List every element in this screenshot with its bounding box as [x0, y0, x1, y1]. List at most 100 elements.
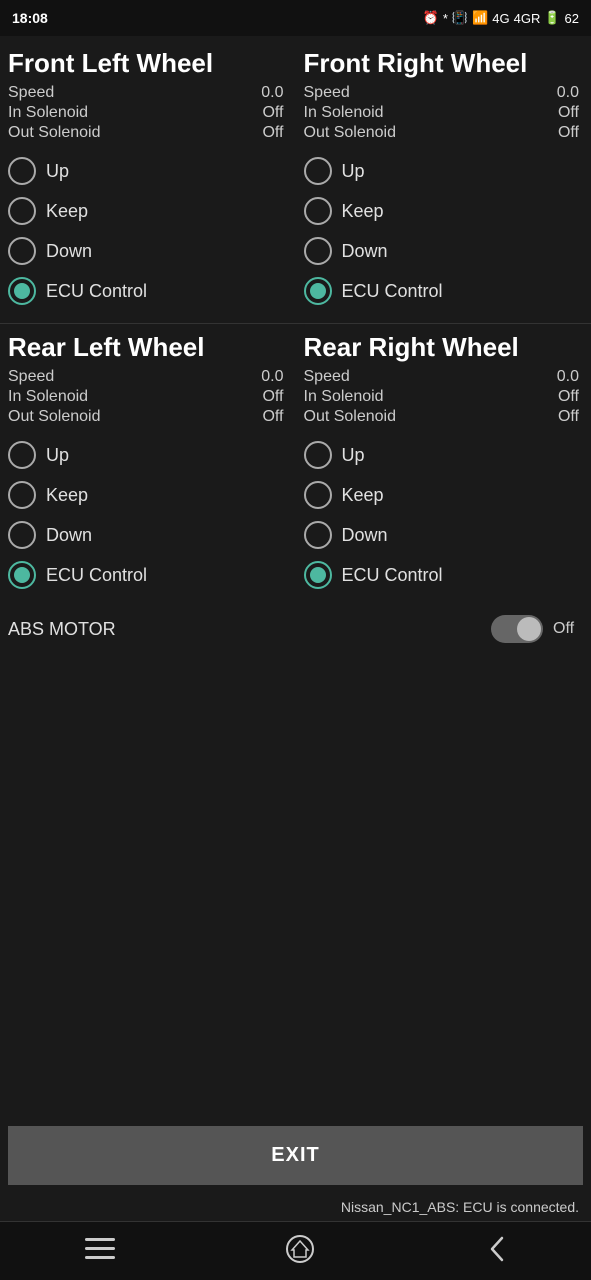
- front-left-radio-group: Up Keep Down ECU Control: [8, 151, 288, 311]
- rear-left-speed-value: 0.0: [261, 368, 287, 386]
- front-right-outsolenoid-value: Off: [558, 124, 583, 142]
- front-left-speed-row: Speed 0.0: [8, 83, 288, 103]
- front-right-title: Front Right Wheel: [304, 48, 584, 79]
- rear-left-insolenoid-row: In Solenoid Off: [8, 387, 288, 407]
- signal2-icon: 4GR: [514, 11, 541, 26]
- rear-right-radio-ecu[interactable]: ECU Control: [304, 555, 584, 595]
- rear-left-radio-ecu-label: ECU Control: [46, 565, 147, 586]
- front-right-radio-ecu-label: ECU Control: [342, 281, 443, 302]
- rear-left-radio-ecu-circle: [8, 561, 36, 589]
- front-right-radio-keep-label: Keep: [342, 201, 384, 222]
- rear-left-outsolenoid-value: Off: [262, 408, 287, 426]
- front-left-radio-keep-label: Keep: [46, 201, 88, 222]
- rear-left-speed-row: Speed 0.0: [8, 367, 288, 387]
- front-left-outsolenoid-value: Off: [262, 124, 287, 142]
- rear-left-wheel-section: Rear Left Wheel Speed 0.0 In Solenoid Of…: [0, 328, 296, 603]
- rear-left-radio-up-circle: [8, 441, 36, 469]
- front-left-radio-down[interactable]: Down: [8, 231, 288, 271]
- front-left-outsolenoid-row: Out Solenoid Off: [8, 123, 288, 143]
- alarm-icon: ⏰: [423, 10, 439, 26]
- rear-right-insolenoid-label: In Solenoid: [304, 388, 384, 406]
- rear-right-wheel-section: Rear Right Wheel Speed 0.0 In Solenoid O…: [296, 328, 591, 603]
- front-wheels-grid: Front Left Wheel Speed 0.0 In Solenoid O…: [0, 44, 591, 319]
- rear-left-radio-keep-circle: [8, 481, 36, 509]
- rear-right-outsolenoid-value: Off: [558, 408, 583, 426]
- front-left-title: Front Left Wheel: [8, 48, 288, 79]
- rear-right-radio-up-circle: [304, 441, 332, 469]
- front-left-radio-down-label: Down: [46, 241, 92, 262]
- status-icons: ⏰ * 📳 📶 4G 4GR 🔋 62: [423, 10, 579, 26]
- signal-icon: 4G: [492, 11, 509, 26]
- rear-right-radio-up[interactable]: Up: [304, 435, 584, 475]
- abs-motor-toggle-container: Off: [491, 615, 583, 643]
- front-right-insolenoid-value: Off: [558, 104, 583, 122]
- front-right-radio-group: Up Keep Down ECU Control: [304, 151, 584, 311]
- abs-motor-toggle[interactable]: [491, 615, 543, 643]
- rear-left-radio-down-circle: [8, 521, 36, 549]
- main-content: Front Left Wheel Speed 0.0 In Solenoid O…: [0, 36, 591, 955]
- front-left-radio-up[interactable]: Up: [8, 151, 288, 191]
- content-area: Front Left Wheel Speed 0.0 In Solenoid O…: [0, 36, 591, 1118]
- rear-left-radio-keep-label: Keep: [46, 485, 88, 506]
- rear-right-insolenoid-value: Off: [558, 388, 583, 406]
- front-right-speed-label: Speed: [304, 84, 350, 102]
- toggle-knob: [517, 617, 541, 641]
- front-left-radio-keep[interactable]: Keep: [8, 191, 288, 231]
- rear-left-radio-group: Up Keep Down ECU Control: [8, 435, 288, 595]
- front-right-radio-up-label: Up: [342, 161, 365, 182]
- front-left-radio-ecu-label: ECU Control: [46, 281, 147, 302]
- front-right-radio-keep-circle: [304, 197, 332, 225]
- front-right-insolenoid-label: In Solenoid: [304, 104, 384, 122]
- rear-left-radio-down[interactable]: Down: [8, 515, 288, 555]
- rear-right-radio-keep[interactable]: Keep: [304, 475, 584, 515]
- rear-right-radio-down-circle: [304, 521, 332, 549]
- rear-right-radio-keep-label: Keep: [342, 485, 384, 506]
- front-left-radio-ecu[interactable]: ECU Control: [8, 271, 288, 311]
- abs-motor-status: Off: [553, 620, 583, 638]
- rear-left-radio-ecu[interactable]: ECU Control: [8, 555, 288, 595]
- rear-right-radio-group: Up Keep Down ECU Control: [304, 435, 584, 595]
- front-left-speed-label: Speed: [8, 84, 54, 102]
- front-right-radio-ecu-circle: [304, 277, 332, 305]
- rear-left-insolenoid-label: In Solenoid: [8, 388, 88, 406]
- front-left-radio-up-label: Up: [46, 161, 69, 182]
- rear-left-outsolenoid-row: Out Solenoid Off: [8, 407, 288, 427]
- vibrate-icon: 📳: [452, 10, 468, 26]
- front-right-radio-down[interactable]: Down: [304, 231, 584, 271]
- connection-status: Nissan_NC1_ABS: ECU is connected.: [0, 1193, 591, 1221]
- rear-left-speed-label: Speed: [8, 368, 54, 386]
- front-left-insolenoid-row: In Solenoid Off: [8, 103, 288, 123]
- bluetooth-icon: *: [443, 11, 448, 26]
- rear-right-outsolenoid-row: Out Solenoid Off: [304, 407, 584, 427]
- rear-right-radio-down-label: Down: [342, 525, 388, 546]
- rear-right-speed-value: 0.0: [557, 368, 583, 386]
- rear-left-outsolenoid-label: Out Solenoid: [8, 408, 101, 426]
- front-right-radio-ecu[interactable]: ECU Control: [304, 271, 584, 311]
- status-bar: 18:08 ⏰ * 📳 📶 4G 4GR 🔋 62: [0, 0, 591, 36]
- nav-bar: [0, 1221, 591, 1280]
- exit-button[interactable]: EXIT: [8, 1126, 583, 1185]
- front-right-radio-down-label: Down: [342, 241, 388, 262]
- rear-right-radio-down[interactable]: Down: [304, 515, 584, 555]
- rear-wheels-grid: Rear Left Wheel Speed 0.0 In Solenoid Of…: [0, 328, 591, 603]
- front-left-radio-keep-circle: [8, 197, 36, 225]
- front-right-speed-row: Speed 0.0: [304, 83, 584, 103]
- rear-left-radio-up[interactable]: Up: [8, 435, 288, 475]
- rear-right-title: Rear Right Wheel: [304, 332, 584, 363]
- nav-home-button[interactable]: [285, 1234, 315, 1264]
- front-left-insolenoid-value: Off: [262, 104, 287, 122]
- rear-left-insolenoid-value: Off: [262, 388, 287, 406]
- rear-left-radio-keep[interactable]: Keep: [8, 475, 288, 515]
- front-right-outsolenoid-row: Out Solenoid Off: [304, 123, 584, 143]
- nav-back-button[interactable]: [486, 1234, 506, 1264]
- front-right-radio-down-circle: [304, 237, 332, 265]
- content-spacer: [0, 655, 591, 955]
- front-right-radio-keep[interactable]: Keep: [304, 191, 584, 231]
- rear-right-radio-ecu-circle: [304, 561, 332, 589]
- rear-right-radio-keep-circle: [304, 481, 332, 509]
- rear-left-radio-up-label: Up: [46, 445, 69, 466]
- front-right-radio-up[interactable]: Up: [304, 151, 584, 191]
- nav-menu-button[interactable]: [85, 1238, 115, 1260]
- front-left-radio-ecu-circle: [8, 277, 36, 305]
- section-divider: [0, 323, 591, 324]
